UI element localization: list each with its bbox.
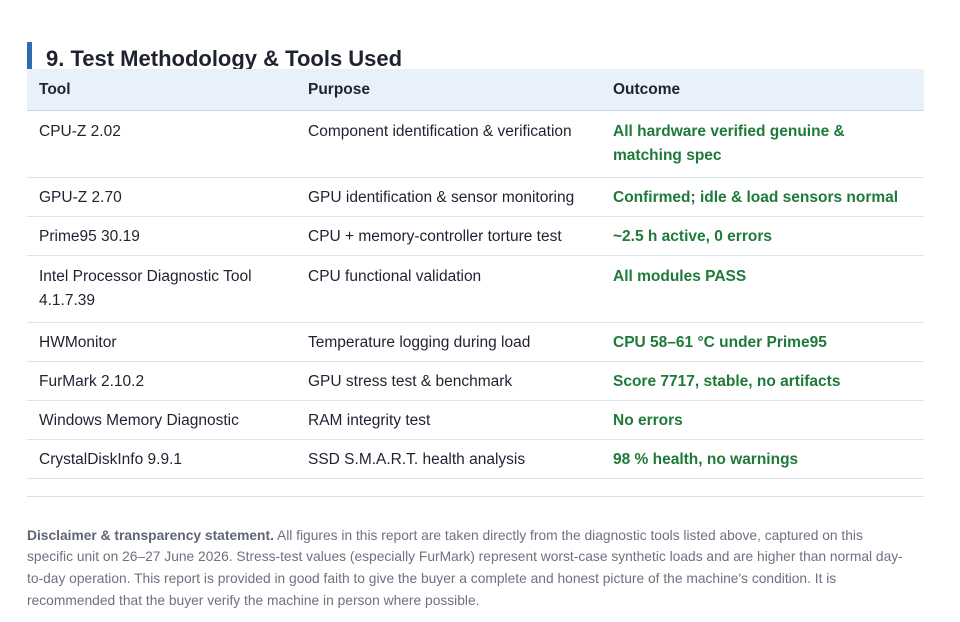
table-row: Windows Memory Diagnostic RAM integrity … [27,400,924,440]
table-row: CrystalDiskInfo 9.9.1 SSD S.M.A.R.T. hea… [27,439,924,479]
tool-cell: Prime95 30.19 [27,216,296,256]
purpose-cell: SSD S.M.A.R.T. health analysis [296,439,601,479]
purpose-cell: RAM integrity test [296,400,601,440]
purpose-cell: Temperature logging during load [296,322,601,362]
outcome-cell: No errors [601,400,924,440]
purpose-cell: CPU functional validation [296,255,601,323]
tool-cell: GPU-Z 2.70 [27,177,296,217]
section-divider [27,496,924,497]
column-header-tool: Tool [27,69,296,111]
purpose-cell: GPU stress test & benchmark [296,361,601,401]
tool-cell: HWMonitor [27,322,296,362]
outcome-cell: Confirmed; idle & load sensors normal [601,177,924,217]
table-row: FurMark 2.10.2 GPU stress test & benchma… [27,361,924,401]
table-row: GPU-Z 2.70 GPU identification & sensor m… [27,177,924,217]
table-row: Prime95 30.19 CPU + memory-controller to… [27,216,924,256]
tool-cell: FurMark 2.10.2 [27,361,296,401]
outcome-cell: CPU 58–61 °C under Prime95 [601,322,924,362]
column-header-outcome: Outcome [601,69,924,111]
table-row: CPU-Z 2.02 Component identification & ve… [27,110,924,178]
outcome-cell: 98 % health, no warnings [601,439,924,479]
tools-table: Tool Purpose Outcome CPU-Z 2.02 Componen… [27,69,924,479]
table-row: Intel Processor Diagnostic Tool 4.1.7.39… [27,255,924,323]
outcome-cell: ~2.5 h active, 0 errors [601,216,924,256]
outcome-cell: Score 7717, stable, no artifacts [601,361,924,401]
column-header-purpose: Purpose [296,69,601,111]
purpose-cell: GPU identification & sensor monitoring [296,177,601,217]
disclaimer-lead: Disclaimer & transparency statement. [27,527,274,543]
purpose-cell: CPU + memory-controller torture test [296,216,601,256]
table-header-row: Tool Purpose Outcome [27,69,924,111]
outcome-cell: All modules PASS [601,255,924,323]
tool-cell: Intel Processor Diagnostic Tool 4.1.7.39 [27,255,296,323]
table-row: HWMonitor Temperature logging during loa… [27,322,924,362]
outcome-cell: All hardware verified genuine & matching… [601,110,924,178]
disclaimer-paragraph: Disclaimer & transparency statement. All… [27,525,907,611]
tool-cell: CrystalDiskInfo 9.9.1 [27,439,296,479]
tool-cell: Windows Memory Diagnostic [27,400,296,440]
purpose-cell: Component identification & verification [296,110,601,178]
tool-cell: CPU-Z 2.02 [27,110,296,178]
